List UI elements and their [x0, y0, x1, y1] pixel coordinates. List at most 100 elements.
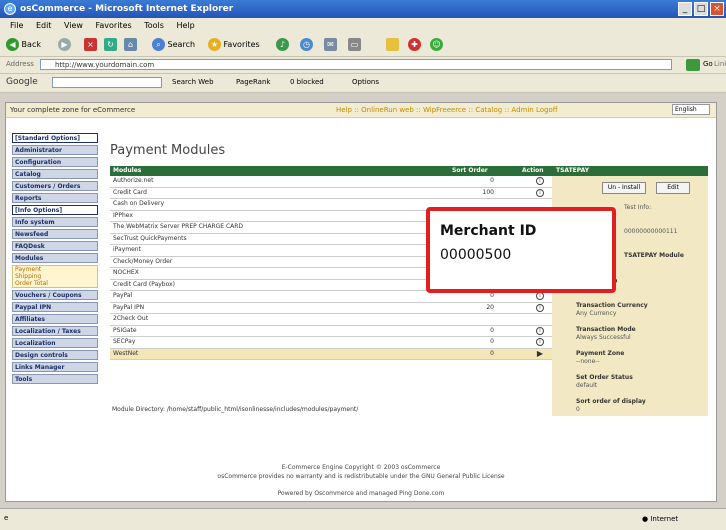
go-button[interactable] [686, 59, 700, 71]
address-input[interactable]: http://www.yourdomain.com [40, 59, 672, 70]
module-name: Check/Money Order [113, 257, 173, 265]
selected-arrow-icon[interactable]: ▶ [536, 349, 544, 358]
nav-item[interactable]: Administrator [12, 145, 98, 155]
status-bar: e ● Internet [0, 508, 726, 530]
info-icon[interactable]: i [536, 326, 544, 335]
nav-item[interactable]: Affiliates [12, 314, 98, 324]
nav-item[interactable]: FAQDesk [12, 241, 98, 251]
favorites-button[interactable]: ★ Favorites [208, 38, 260, 52]
table-row[interactable]: Authorize.net 0 i [110, 176, 552, 188]
nav-item[interactable]: Paypal IPN [12, 302, 98, 312]
minimize-button[interactable]: _ [678, 2, 692, 16]
language-select[interactable]: English [672, 104, 710, 115]
nav-item[interactable]: Tools [12, 374, 98, 384]
module-name: Credit Card [113, 188, 147, 196]
field-label: Payment Zone [576, 350, 625, 357]
field-label: Sort order of display [576, 398, 646, 405]
nav-item: [Info Options] [12, 205, 98, 215]
nav-item[interactable]: Links Manager [12, 362, 98, 372]
edit-button[interactable]: Edit [656, 182, 690, 194]
info-icon[interactable]: i [536, 303, 544, 312]
plugin-button[interactable]: ✚ [408, 38, 421, 52]
table-row[interactable]: SECPay 0 i [110, 337, 552, 349]
nav-item[interactable]: Localization / Taxes [12, 326, 98, 336]
module-name: SECPay [113, 338, 136, 345]
menu-view[interactable]: View [64, 21, 83, 30]
menu-help[interactable]: Help [176, 21, 194, 30]
table-row[interactable]: Credit Card 100 i [110, 187, 552, 199]
menu-tools[interactable]: Tools [144, 21, 164, 30]
table-header: Modules Sort Order Action [110, 166, 552, 176]
refresh-icon: ↻ [104, 38, 117, 51]
close-button[interactable]: × [710, 2, 724, 16]
footer-powered-by: Powered by Oscommerce and managed Ping D… [277, 490, 445, 497]
info-icon[interactable]: i [536, 292, 544, 300]
sort-order: 20 [486, 303, 494, 311]
nav-item[interactable]: Info system [12, 217, 98, 227]
menu-edit[interactable]: Edit [36, 21, 52, 30]
test-info-label: Test Info: [624, 204, 652, 211]
toolbar: ◀ Back ▶ × ↻ ⌂ ⌕ Search ★ Favorites ♪ ◷ … [0, 34, 726, 57]
nav-item[interactable]: Modules [12, 253, 98, 263]
module-name: 2Check Out [113, 315, 149, 322]
info-icon[interactable]: i [536, 177, 544, 185]
module-enable-label: TSATEPAY Module [624, 252, 684, 259]
submenu-payment[interactable]: Payment [15, 266, 97, 273]
table-row[interactable]: WestNet 0 ▶ [110, 348, 552, 360]
field-value: --none-- [576, 358, 600, 365]
window-title: osCommerce - Microsoft Internet Explorer [20, 4, 234, 14]
google-search-input[interactable] [52, 77, 162, 88]
field-value: default [576, 382, 598, 389]
go-label[interactable]: Go [703, 60, 713, 68]
history-button[interactable]: ◷ [300, 38, 313, 52]
search-button[interactable]: ⌕ Search [152, 38, 195, 52]
home-button[interactable]: ⌂ [124, 38, 137, 52]
module-name: Credit Card (Paybox) [113, 280, 175, 288]
maximize-button[interactable]: □ [694, 2, 708, 16]
nav-item[interactable]: Configuration [12, 157, 98, 167]
page-title: Payment Modules [110, 143, 226, 158]
nav-item[interactable]: Customers / Orders [12, 181, 98, 191]
messenger-button[interactable]: ☺ [430, 38, 443, 52]
media-icon: ♪ [276, 38, 289, 51]
menu-file[interactable]: File [10, 21, 23, 30]
col-modules: Modules [113, 167, 142, 174]
page-status-icon: e [4, 514, 9, 522]
stop-button[interactable]: × [84, 38, 97, 52]
table-row[interactable]: PayPal IPN 20 i [110, 302, 552, 314]
window-title-bar: e osCommerce - Microsoft Internet Explor… [0, 0, 726, 18]
nav-item[interactable]: Reports [12, 193, 98, 203]
nav-item[interactable]: Design controls [12, 350, 98, 360]
nav-item[interactable]: Catalog [12, 169, 98, 179]
links-label[interactable]: Links [714, 60, 726, 68]
info-icon[interactable]: i [536, 188, 544, 197]
folder-button[interactable] [386, 38, 399, 52]
menu-favorites[interactable]: Favorites [96, 21, 132, 30]
nav-item[interactable]: Newsfeed [12, 229, 98, 239]
refresh-button[interactable]: ↻ [104, 38, 117, 52]
google-options-button[interactable]: Options [352, 78, 379, 86]
popup-blocked-count[interactable]: 0 blocked [290, 78, 324, 86]
home-icon: ⌂ [124, 38, 137, 51]
submenu-shipping[interactable]: Shipping [15, 273, 97, 280]
google-logo[interactable]: Google [6, 77, 38, 87]
header-links[interactable]: Help :: OnlineRun web :: WipFreeerce :: … [336, 103, 558, 117]
info-icon[interactable]: i [536, 338, 544, 346]
google-pagerank[interactable]: PageRank [236, 78, 270, 86]
module-name: IPPhex [113, 211, 133, 219]
forward-button[interactable]: ▶ [58, 38, 71, 52]
nav-item[interactable]: Vouchers / Coupons [12, 290, 98, 300]
sort-order: 0 [490, 177, 494, 184]
search-icon: ⌕ [152, 38, 165, 51]
mail-button[interactable]: ✉ [324, 38, 337, 52]
print-button[interactable]: ▭ [348, 38, 361, 52]
google-search-web-button[interactable]: Search Web [172, 78, 214, 86]
table-row[interactable]: PSIGate 0 i [110, 325, 552, 337]
media-button[interactable]: ♪ [276, 38, 289, 52]
submenu-order-total[interactable]: Order Total [15, 280, 97, 287]
nav-item[interactable]: Localization [12, 338, 98, 348]
uninstall-button[interactable]: Un - Install [602, 182, 646, 194]
table-row[interactable]: 2Check Out [110, 314, 552, 326]
ie-logo-icon: e [4, 3, 16, 15]
back-button[interactable]: ◀ Back [6, 38, 41, 52]
